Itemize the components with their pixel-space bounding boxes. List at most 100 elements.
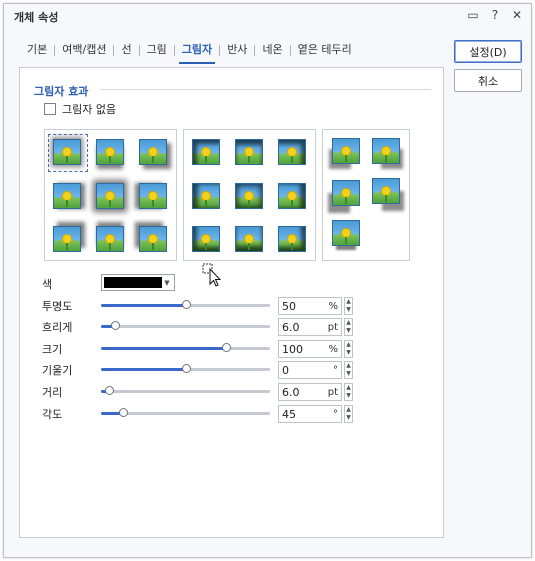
angle-spinner[interactable]: ▲ ▼ [344,405,353,423]
field-unit: % [328,300,338,312]
spin-up-icon[interactable]: ▲ [346,407,351,413]
spin-down-icon[interactable]: ▼ [346,307,351,313]
shadow-preset-thumb[interactable] [278,226,308,254]
shadow-preset-thumb[interactable] [96,183,126,211]
no-shadow-option[interactable]: 그림자 없음 [44,101,116,117]
tab-neon[interactable]: 네온 [255,41,289,59]
transparency-input[interactable]: 50% [278,297,342,315]
shadow-preset-thumb[interactable] [278,183,308,211]
angle-input[interactable]: 45 ° [278,405,342,423]
distance-row: 거리 6.0 pt ▲ ▼ [42,382,362,402]
section-divider [100,89,431,90]
shadow-preset-thumb[interactable] [53,183,83,211]
spin-up-icon[interactable]: ▲ [346,299,351,305]
help-icon[interactable]: ? [489,8,501,22]
spin-up-icon[interactable]: ▲ [346,342,351,348]
tab-basic[interactable]: 기본 [20,41,54,59]
shadow-preset-thumb[interactable] [192,139,222,167]
tab-line[interactable]: 선 [114,41,138,59]
shadow-preset-thumb[interactable] [332,180,362,208]
shadow-preset-thumb[interactable] [96,139,126,167]
shadow-preset-thumb[interactable] [96,226,126,254]
slider-fill [101,304,186,307]
color-label: 색 [42,278,53,291]
shadow-preset-thumb[interactable] [372,138,402,166]
tab-soft-edge[interactable]: 옅은 테두리 [291,41,359,59]
angle-row: 각도 45 ° ▲ ▼ [42,404,362,424]
spin-down-icon[interactable]: ▼ [346,415,351,421]
field-value: 100 [282,342,303,356]
no-shadow-checkbox[interactable] [44,103,56,115]
property-label: 각도 [42,408,63,421]
field-unit: ° [333,408,338,420]
shadow-preset-thumb[interactable] [372,178,402,206]
slider-handle[interactable] [181,364,191,373]
blur-slider[interactable] [101,321,270,330]
slider-handle[interactable] [105,386,115,395]
section-title: 그림자 효과 [34,85,89,98]
transparency-slider[interactable] [101,300,270,309]
tab-margin-caption[interactable]: 여백/캡션 [55,41,113,59]
distance-slider[interactable] [101,386,270,395]
shadow-preset-thumb[interactable] [332,138,362,166]
shadow-preset-thumb[interactable] [235,226,265,254]
skew-slider[interactable] [101,364,270,373]
blur-input[interactable]: 6.0 pt [278,318,342,336]
field-unit: pt [327,386,338,398]
spin-down-icon[interactable]: ▼ [346,328,351,334]
tab-shadow[interactable]: 그림자 [175,41,219,64]
shadow-preset-thumb[interactable] [139,139,169,167]
tab-picture[interactable]: 그림 [140,41,174,59]
close-icon[interactable]: ✕ [511,8,523,22]
shadow-preset-thumb[interactable] [278,139,308,167]
skew-spinner[interactable]: ▲ ▼ [344,361,353,379]
blur-spinner[interactable]: ▲ ▼ [344,318,353,336]
shadow-preset-thumb[interactable] [53,226,83,254]
shadow-preset-thumb[interactable] [192,183,222,211]
distance-spinner[interactable]: ▲ ▼ [344,383,353,401]
chevron-down-icon: ▼ [164,278,170,287]
size-slider[interactable] [101,343,270,352]
shadow-preset-thumb[interactable] [139,183,169,211]
ok-button[interactable]: 설정(D) [454,40,522,63]
slider-handle[interactable] [110,321,120,330]
property-label: 거리 [42,386,63,399]
shadow-preset-thumb[interactable] [192,226,222,254]
dialog-title: 개체 속성 [14,10,59,24]
shadow-preset-thumb[interactable] [235,183,265,211]
slider-handle[interactable] [222,343,232,352]
perspective-shadow-presets [322,129,410,261]
shadow-preset-thumb[interactable] [235,139,265,167]
shadow-preset-thumb[interactable] [48,134,88,172]
outer-shadow-presets [44,129,177,261]
field-value: 6.0 [282,320,300,334]
shadow-color-picker[interactable]: ▼ [101,274,175,291]
property-label: 투명도 [42,300,73,313]
comment-icon[interactable]: ▭ [467,8,479,22]
tab-bar: 기본 여백/캡션 선 그림 그림자 반사 네온 옅은 테두리 [20,41,359,64]
angle-slider[interactable] [101,408,270,417]
mouse-cursor-icon [202,263,224,290]
distance-input[interactable]: 6.0 pt [278,383,342,401]
slider-handle[interactable] [118,408,128,417]
spin-up-icon[interactable]: ▲ [346,385,351,391]
skew-row: 기울기 0 ° ▲ ▼ [42,360,362,380]
title-bar-icons: ▭ ? ✕ [467,8,523,22]
inner-shadow-presets [183,129,316,261]
spin-down-icon[interactable]: ▼ [346,350,351,356]
skew-input[interactable]: 0 ° [278,361,342,379]
shadow-preset-thumb[interactable] [332,220,362,248]
size-spinner[interactable]: ▲ ▼ [344,340,353,358]
size-input[interactable]: 100% [278,340,342,358]
shadow-panel: 그림자 효과 그림자 없음 색 ▼ 투명도 50 % ▲ ▼ 흐리게 6.0 p… [19,67,444,538]
shadow-preset-thumb[interactable] [139,226,169,254]
spin-up-icon[interactable]: ▲ [346,363,351,369]
transparency-spinner[interactable]: ▲ ▼ [344,297,353,315]
cancel-button[interactable]: 취소 [454,69,522,92]
spin-down-icon[interactable]: ▼ [346,371,351,377]
spin-up-icon[interactable]: ▲ [346,320,351,326]
slider-handle[interactable] [181,300,191,309]
spin-down-icon[interactable]: ▼ [346,393,351,399]
tab-reflection[interactable]: 반사 [220,41,254,59]
property-label: 기울기 [42,364,73,377]
